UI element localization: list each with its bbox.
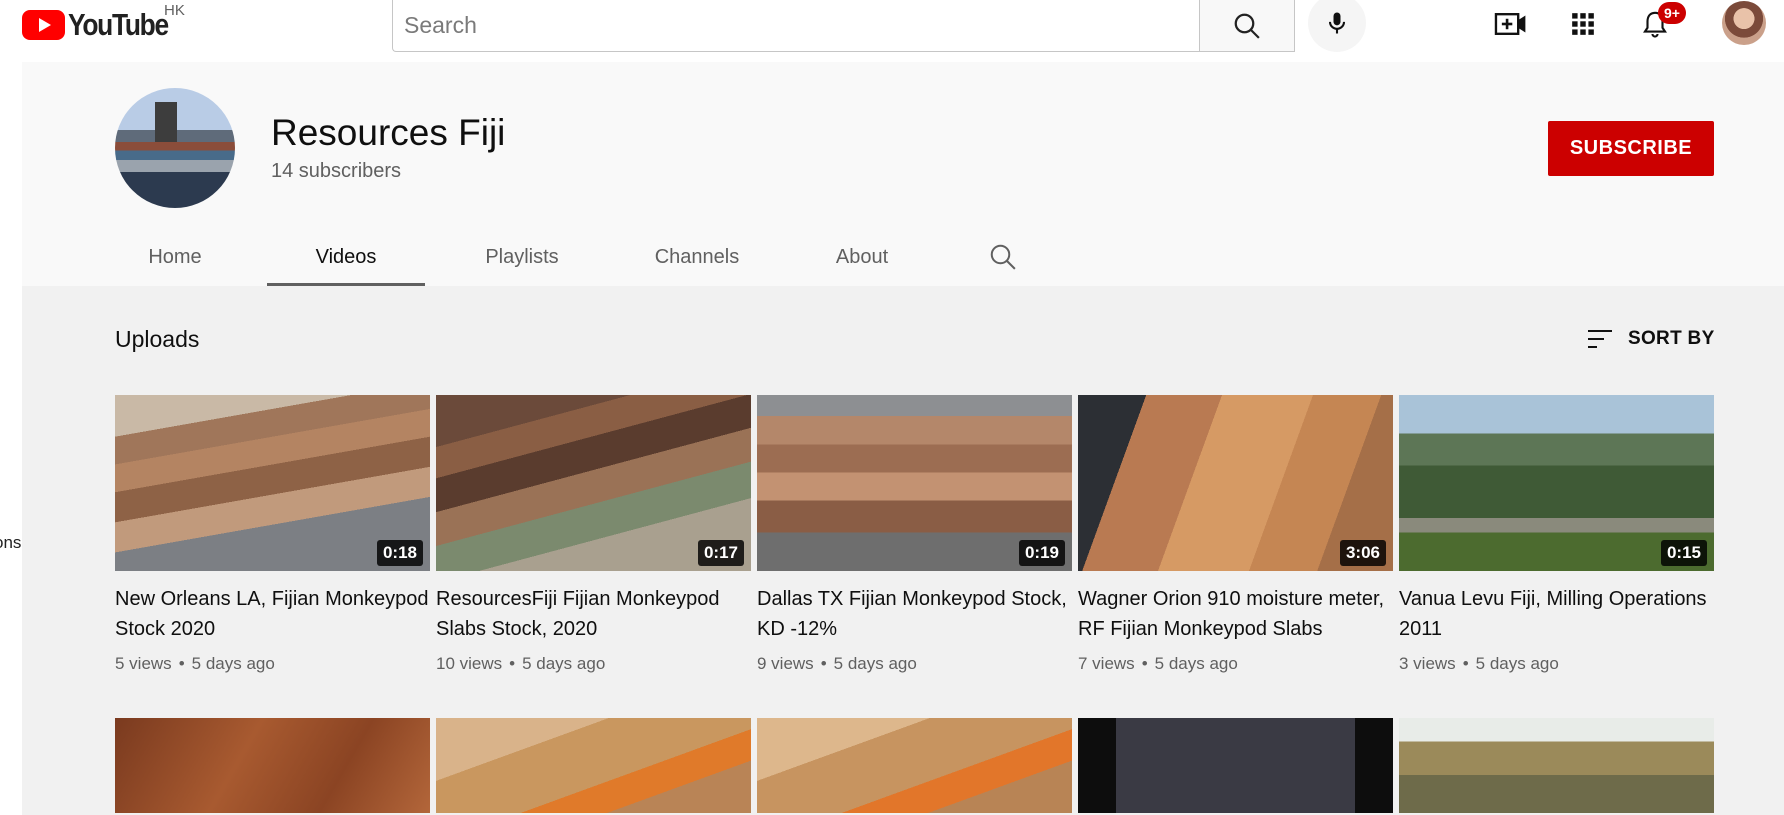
channel-search-button[interactable] xyxy=(988,242,1018,272)
channel-header: Resources Fiji 14 subscribers SUBSCRIBE … xyxy=(22,62,1784,286)
tab-home[interactable]: Home xyxy=(115,228,235,286)
video-duration: 0:17 xyxy=(697,540,744,566)
video-thumbnail[interactable] xyxy=(757,718,1072,813)
video-title[interactable]: Vanua Levu Fiji, Milling Operations 2011 xyxy=(1399,584,1714,644)
video-title[interactable]: Dallas TX Fijian Monkeypod Stock, KD -12… xyxy=(757,584,1072,644)
apps-button[interactable] xyxy=(1563,4,1603,44)
channel-avatar[interactable] xyxy=(115,88,235,208)
video-title[interactable]: Wagner Orion 910 moisture meter, RF Fiji… xyxy=(1078,584,1393,644)
video-meta: 3 views • 5 days ago xyxy=(1399,654,1559,673)
sort-icon xyxy=(1588,330,1612,348)
search-input[interactable] xyxy=(404,5,1184,46)
subscribe-button[interactable]: SUBSCRIBE xyxy=(1548,121,1714,176)
video-thumbnail[interactable] xyxy=(1399,718,1714,813)
channel-name: Resources Fiji xyxy=(271,112,506,153)
view-count: 10 views xyxy=(436,654,503,673)
sidebar-collapsed: ons xyxy=(0,62,22,815)
video-meta: 9 views • 5 days ago xyxy=(757,654,917,673)
tab-about[interactable]: About xyxy=(802,228,922,286)
video-thumbnail[interactable]: 3:06 xyxy=(1078,395,1393,571)
video-card[interactable]: 0:17 ResourcesFiji Fijian Monkeypod Slab… xyxy=(436,395,751,674)
upload-age: 5 days ago xyxy=(522,654,606,673)
tab-videos[interactable]: Videos xyxy=(267,228,425,286)
video-meta: 5 views • 5 days ago xyxy=(115,654,275,673)
video-card[interactable]: 3:06 Wagner Orion 910 moisture meter, RF… xyxy=(1078,395,1393,674)
search-icon xyxy=(990,244,1016,270)
upload-age: 5 days ago xyxy=(833,654,917,673)
tab-channels[interactable]: Channels xyxy=(622,228,772,286)
search-button[interactable] xyxy=(1199,0,1295,52)
create-video-button[interactable] xyxy=(1491,4,1531,44)
search-box[interactable] xyxy=(392,0,1200,52)
voice-search-button[interactable] xyxy=(1308,0,1366,52)
notification-badge: 9+ xyxy=(1658,2,1686,24)
video-title[interactable]: New Orleans LA, Fijian Monkeypod Stock 2… xyxy=(115,584,430,644)
create-video-icon xyxy=(1494,13,1526,35)
video-card[interactable]: 0:19 Dallas TX Fijian Monkeypod Stock, K… xyxy=(757,395,1072,674)
view-count: 7 views xyxy=(1078,654,1135,673)
view-count: 3 views xyxy=(1399,654,1456,673)
video-title[interactable]: ResourcesFiji Fijian Monkeypod Slabs Sto… xyxy=(436,584,751,644)
youtube-logo[interactable]: YouTube xyxy=(22,6,186,44)
video-duration: 0:15 xyxy=(1660,540,1707,566)
section-title: Uploads xyxy=(115,326,200,352)
subscriber-count: 14 subscribers xyxy=(271,160,402,182)
video-duration: 0:19 xyxy=(1018,540,1065,566)
upload-age: 5 days ago xyxy=(1154,654,1238,673)
account-avatar[interactable] xyxy=(1722,1,1766,45)
video-thumbnail[interactable] xyxy=(436,718,751,813)
sort-by-label: SORT BY xyxy=(1628,328,1715,349)
video-thumbnail[interactable]: 0:18 xyxy=(115,395,430,571)
video-meta: 10 views • 5 days ago xyxy=(436,654,606,673)
masthead: YouTube HK Search 9+ xyxy=(0,0,1784,62)
search-icon xyxy=(1234,13,1260,39)
microphone-icon xyxy=(1328,12,1346,34)
youtube-play-icon xyxy=(22,10,65,40)
video-duration: 3:06 xyxy=(1339,540,1386,566)
view-count: 5 views xyxy=(115,654,172,673)
video-thumbnail[interactable] xyxy=(115,718,430,813)
apps-grid-icon xyxy=(1572,13,1594,35)
upload-age: 5 days ago xyxy=(1475,654,1559,673)
logo-text: YouTube xyxy=(68,7,169,42)
sidebar-partial-label: ons xyxy=(0,533,22,552)
sort-by-button[interactable]: SORT BY xyxy=(1586,324,1715,354)
video-thumbnail[interactable]: 0:17 xyxy=(436,395,751,571)
tab-playlists[interactable]: Playlists xyxy=(452,228,592,286)
video-thumbnail[interactable] xyxy=(1078,718,1393,813)
video-duration: 0:18 xyxy=(376,540,423,566)
video-card[interactable]: 0:18 New Orleans LA, Fijian Monkeypod St… xyxy=(115,395,430,674)
video-card[interactable]: 0:15 Vanua Levu Fiji, Milling Operations… xyxy=(1399,395,1714,674)
video-thumbnail[interactable]: 0:19 xyxy=(757,395,1072,571)
video-thumbnail[interactable]: 0:15 xyxy=(1399,395,1714,571)
region-code: HK xyxy=(164,2,185,19)
video-meta: 7 views • 5 days ago xyxy=(1078,654,1238,673)
channel-tabs: Home Videos Playlists Channels About xyxy=(22,228,1022,286)
view-count: 9 views xyxy=(757,654,814,673)
upload-age: 5 days ago xyxy=(191,654,275,673)
